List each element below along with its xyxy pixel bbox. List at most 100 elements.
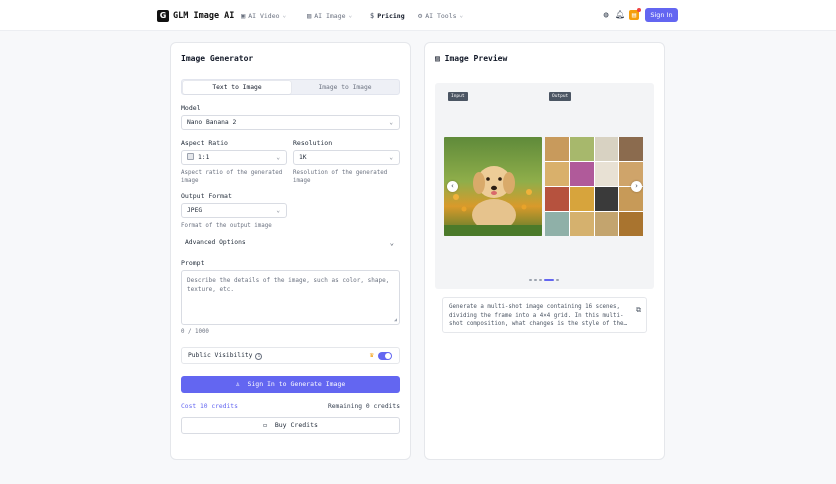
preview-title: Image Preview (444, 54, 508, 63)
carousel-next-arrow-icon[interactable]: › (631, 181, 642, 192)
grid-cell (569, 137, 594, 161)
mode-tabs: Text to Image Image to Image (181, 79, 400, 95)
public-visibility-row: Public Visibility i ♛ (181, 347, 400, 364)
carousel-prev-arrow-icon[interactable]: ‹ (447, 181, 458, 192)
output-format-value: JPEG (187, 207, 203, 214)
resolution-label: Resolution (293, 139, 333, 147)
output-format-label: Output Format (181, 192, 232, 200)
output-format-select[interactable]: JPEG ⌄ (181, 203, 287, 218)
cart-icon[interactable]: ▤ (629, 8, 641, 20)
public-visibility-label: Public Visibility (188, 352, 253, 359)
crown-icon: ♛ (369, 351, 374, 359)
chevron-down-icon: ⌄ (389, 154, 393, 161)
carousel-dot[interactable] (556, 279, 559, 281)
top-navbar: G GLM Image AI ▣ AI Video ⌄ ▨ AI Image ⌄… (0, 0, 836, 31)
copy-icon[interactable]: ⧉ (636, 306, 641, 315)
image-generator-panel: Image Generator Text to Image Image to I… (170, 42, 411, 460)
grid-cell (545, 187, 569, 211)
cost-credits: Cost 10 credits (181, 403, 238, 410)
carousel-dot-active[interactable] (544, 279, 554, 281)
video-icon: ▣ (241, 12, 246, 20)
user-icon: ♙ (235, 380, 240, 388)
advanced-options-label: Advanced Options (185, 239, 246, 246)
chevron-down-icon: ⌄ (348, 12, 353, 19)
chevron-down-icon: ⌄ (389, 119, 393, 126)
grid-cell (545, 162, 569, 186)
grid-cell (545, 212, 569, 236)
grid-cell (594, 137, 619, 161)
remaining-credits: Remaining 0 credits (327, 403, 400, 410)
logo-icon[interactable]: G (157, 10, 169, 22)
grid-cell (594, 162, 619, 186)
input-puppy-image (444, 137, 542, 236)
input-tag: Input (448, 92, 468, 101)
model-label: Model (181, 104, 201, 112)
sign-in-button[interactable]: Sign In (645, 8, 678, 22)
preview-carousel: Input Output ‹ › (435, 83, 654, 289)
nav-ai-tools[interactable]: ⚙ AI Tools ⌄ (418, 11, 463, 21)
carousel-dots (529, 279, 559, 281)
panel-title: ▨ Image Preview (435, 54, 507, 63)
model-select[interactable]: Nano Banana 2 ⌄ (181, 115, 400, 130)
example-prompt-box: Generate a multi-shot image containing 1… (442, 297, 647, 333)
carousel-dot[interactable] (529, 279, 532, 281)
info-icon[interactable]: i (255, 353, 263, 360)
carousel-dot[interactable] (534, 279, 537, 281)
grid-cell (569, 187, 594, 211)
tab-text-to-image[interactable]: Text to Image (183, 81, 291, 94)
grid-cell (569, 212, 594, 236)
aspect-ratio-value: 1:1 (198, 154, 210, 161)
aspect-ratio-help: Aspect ratio of the generated image (181, 170, 283, 184)
resize-handle-icon[interactable]: ◢ (394, 317, 397, 323)
credit-card-icon: ▭ (263, 421, 268, 429)
output-tag: Output (549, 92, 572, 101)
resolution-value: 1K (299, 154, 307, 161)
chevron-down-icon: ⌄ (276, 207, 280, 214)
tools-icon: ⚙ (418, 12, 423, 20)
prompt-label: Prompt (181, 259, 205, 267)
prompt-textarea[interactable] (182, 271, 399, 324)
output-format-help: Format of the output image (181, 223, 272, 229)
square-ratio-icon (187, 153, 194, 160)
nav-ai-video-label: AI Video (248, 12, 280, 20)
image-icon: ▨ (307, 12, 312, 20)
buy-credits-label: Buy Credits (274, 421, 318, 429)
aspect-ratio-select[interactable]: 1:1 ⌄ (181, 150, 287, 165)
prompt-field-wrapper: ◢ (181, 270, 400, 325)
image-preview-panel: ▨ Image Preview Input Output ‹ › Generat… (424, 42, 665, 460)
sign-in-to-generate-button[interactable]: ♙ Sign In to Generate Image (181, 376, 400, 393)
nav-ai-image-label: AI Image (314, 12, 346, 20)
prompt-char-count: 0 / 1000 (181, 329, 209, 335)
output-grid-image (545, 137, 643, 236)
aspect-ratio-label: Aspect Ratio (181, 139, 228, 147)
grid-cell (594, 212, 619, 236)
chevron-down-icon: ⌄ (282, 12, 287, 19)
brand-name[interactable]: GLM Image AI (173, 10, 234, 22)
image-icon: ▨ (435, 54, 440, 63)
chevron-down-icon: ⌄ (459, 12, 464, 19)
chevron-down-icon: ⌄ (276, 154, 280, 161)
resolution-help: Resolution of the generated image (293, 170, 388, 184)
panel-title: Image Generator (181, 54, 254, 63)
buy-credits-button[interactable]: ▭ Buy Credits (181, 417, 400, 434)
advanced-options-toggle[interactable]: Advanced Options ⌄ (181, 236, 400, 250)
generate-button-label: Sign In to Generate Image (247, 380, 346, 388)
grid-cell (619, 137, 643, 161)
model-value: Nano Banana 2 (187, 119, 237, 126)
nav-ai-video[interactable]: ▣ AI Video ⌄ (241, 11, 286, 21)
public-visibility-toggle[interactable] (378, 352, 392, 360)
notification-dot (637, 8, 641, 12)
resolution-select[interactable]: 1K ⌄ (293, 150, 400, 165)
tab-image-to-image[interactable]: Image to Image (291, 81, 399, 94)
globe-icon[interactable]: ◍ (601, 10, 611, 20)
nav-pricing[interactable]: $ Pricing (370, 11, 405, 21)
carousel-dot[interactable] (539, 279, 542, 281)
bell-icon[interactable]: 🔔︎ (615, 10, 625, 20)
nav-ai-tools-label: AI Tools (425, 12, 457, 20)
grid-cell (545, 137, 569, 161)
grid-cell (619, 212, 643, 236)
nav-pricing-label: Pricing (377, 12, 405, 20)
grid-cell (594, 187, 619, 211)
dollar-icon: $ (370, 12, 375, 20)
nav-ai-image[interactable]: ▨ AI Image ⌄ (307, 11, 352, 21)
